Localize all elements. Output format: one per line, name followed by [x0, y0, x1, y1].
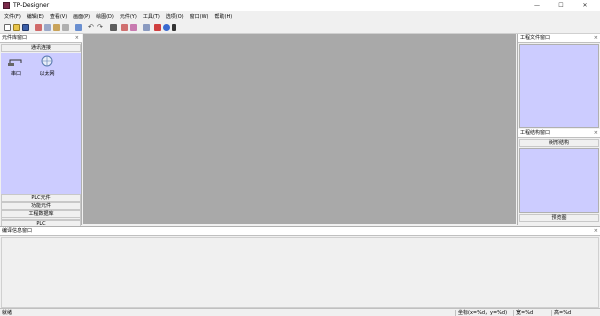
category-function-component[interactable]: 功能元件 [1, 202, 81, 210]
panel-title-text: 工程文件窗口 [520, 35, 551, 41]
menu-view[interactable]: 查看(V) [50, 13, 67, 20]
menu-options[interactable]: 选项(O) [166, 13, 184, 20]
download-icon[interactable] [130, 24, 137, 31]
cut-icon[interactable] [35, 24, 42, 31]
redo-icon[interactable]: ↷ [97, 24, 104, 31]
menu-screen[interactable]: 画面(P) [73, 13, 90, 20]
minimize-icon[interactable]: — [526, 1, 548, 10]
component-list-area: 串口 以太网 [1, 53, 81, 211]
menu-tools[interactable]: 工具(T) [143, 13, 160, 20]
project-structure-title: 工程结构窗口 [518, 129, 600, 138]
open-folder-icon[interactable] [13, 24, 20, 31]
upload-icon[interactable] [143, 24, 150, 31]
panel-title-text: 编译信息窗口 [2, 228, 33, 234]
panel-close-icon[interactable]: × [594, 227, 598, 236]
component-label: 串口 [10, 71, 21, 77]
copy-icon[interactable] [44, 24, 51, 31]
app-logo-icon [3, 2, 10, 9]
project-file-area[interactable] [519, 44, 599, 128]
delete-icon[interactable] [62, 24, 69, 31]
menu-help[interactable]: 帮助(H) [215, 13, 233, 20]
category-project-database[interactable]: 工程数据库 [1, 210, 81, 218]
serial-port-icon [8, 59, 22, 66]
design-canvas[interactable] [83, 34, 516, 224]
paste-icon[interactable] [53, 24, 60, 31]
project-file-title: 工程文件窗口 [518, 34, 600, 43]
menu-component[interactable]: 元件(Y) [120, 13, 137, 20]
panel-title-text: 工程结构窗口 [520, 130, 551, 136]
ethernet-icon [41, 55, 53, 67]
compile-info-title: 编译信息窗口 [0, 227, 600, 236]
menu-bar: 文件(F) 编辑(E) 查看(V) 画面(P) 绘图(D) 元件(Y) 工具(T… [0, 11, 600, 22]
component-library-title: 元件库窗口 [0, 34, 82, 43]
component-serial[interactable]: 串口 [5, 57, 27, 77]
simulate-icon[interactable] [154, 24, 161, 31]
tab-tree-structure[interactable]: 树形结构 [519, 139, 599, 147]
project-panel: 工程文件窗口 × 工程结构窗口 × 树形结构 预览图 [517, 34, 600, 225]
status-coords: 坐标(x=%d，y=%d) [455, 310, 513, 316]
menu-window[interactable]: 窗口(W) [190, 13, 209, 20]
info-icon[interactable] [172, 24, 176, 31]
new-file-icon[interactable] [4, 24, 11, 31]
panel-close-icon[interactable]: × [75, 34, 79, 43]
title-bar: TP-Designer — ☐ ✕ [0, 0, 600, 11]
category-communication[interactable]: 通讯连接 [1, 44, 81, 52]
undo-icon[interactable]: ↶ [88, 24, 95, 31]
status-width: 宽=%d [513, 310, 551, 316]
menu-draw[interactable]: 绘图(D) [96, 13, 114, 20]
compile-info-panel: 编译信息窗口 × [0, 226, 600, 308]
status-height: 高=%d [551, 310, 591, 316]
save-icon[interactable] [22, 24, 29, 31]
menu-edit[interactable]: 编辑(E) [27, 13, 44, 20]
panel-title-text: 元件库窗口 [2, 35, 28, 41]
menu-file[interactable]: 文件(F) [4, 13, 21, 20]
panel-close-icon[interactable]: × [594, 129, 598, 138]
maximize-icon[interactable]: ☐ [550, 1, 572, 10]
find-icon[interactable] [110, 24, 117, 31]
project-structure-area[interactable] [519, 148, 599, 213]
category-plc-component[interactable]: PLC元件 [1, 194, 81, 202]
compile-icon[interactable] [121, 24, 128, 31]
status-ready: 就绪 [2, 310, 13, 316]
help-icon[interactable] [163, 24, 170, 31]
compile-output-area[interactable] [1, 237, 599, 308]
component-label: 以太网 [39, 71, 55, 77]
panel-close-icon[interactable]: × [594, 34, 598, 43]
window-title: TP-Designer [13, 2, 50, 9]
save-all-icon[interactable] [75, 24, 82, 31]
status-bar: 就绪 坐标(x=%d，y=%d) 宽=%d 高=%d [0, 308, 600, 316]
toolbar: ↶ ↷ [0, 22, 600, 34]
component-ethernet[interactable]: 以太网 [36, 55, 58, 77]
tab-preview[interactable]: 预览图 [519, 214, 599, 222]
close-icon[interactable]: ✕ [574, 1, 596, 10]
